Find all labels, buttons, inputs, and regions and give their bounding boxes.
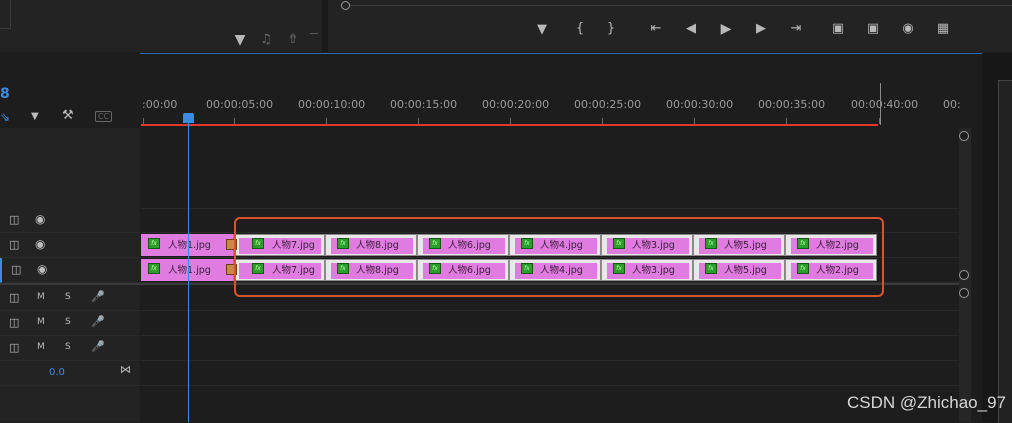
captions-icon[interactable]: CC (95, 111, 113, 122)
work-area-bar[interactable] (141, 124, 878, 126)
track-header-v2: ◫ ◉ (0, 233, 140, 258)
timeline-header: 8 ⇘ ▼ ⚒ CC (0, 53, 140, 128)
track-header-master: 0.0 ⋈ (0, 361, 140, 386)
solo-button[interactable]: S (65, 342, 71, 352)
playhead-handle[interactable] (183, 113, 194, 123)
go-to-out-icon[interactable]: ⇥ (788, 22, 804, 36)
panel-divider-mark (310, 33, 318, 34)
track-master (141, 361, 959, 386)
program-scrub-handle[interactable] (341, 1, 350, 10)
clip-name: 人物1.jpg (168, 265, 211, 276)
scroll-zoom-handle[interactable] (959, 131, 969, 141)
watermark: CSDN @Zhichao_97 (847, 393, 1006, 412)
microphone-icon[interactable]: 🎤 (91, 340, 105, 353)
eye-icon[interactable]: ◉ (35, 212, 45, 226)
panel-corner (0, 0, 11, 29)
sequence-end-marker (880, 83, 881, 125)
scroll-zoom-handle[interactable] (959, 288, 969, 298)
ruler-label: 00:00:05:00 (206, 98, 274, 111)
microphone-icon[interactable]: 🎤 (91, 315, 105, 328)
clip[interactable]: fx 人物1.jpg (141, 259, 233, 281)
mark-out-icon[interactable]: } (603, 22, 619, 36)
side-panel (998, 80, 1012, 423)
export-frame-icon[interactable]: ◉ (900, 22, 916, 36)
track-header-v1: ◫ ◉ (0, 258, 142, 283)
filter-icon[interactable]: ▼ (232, 33, 248, 47)
wrench-icon[interactable]: ⚒ (62, 108, 74, 123)
solo-button[interactable]: S (65, 317, 71, 327)
clip[interactable]: fx 人物1.jpg (141, 234, 233, 256)
add-marker-icon[interactable]: ▼ (31, 111, 39, 122)
sync-lock-icon[interactable]: ◫ (9, 291, 19, 304)
ruler-label: 00: (943, 98, 961, 111)
ruler-label: 00:00:30:00 (666, 98, 734, 111)
fx-badge: fx (148, 263, 160, 274)
ruler-label: 00:00:15:00 (390, 98, 458, 111)
timecode-display[interactable]: 8 (0, 86, 10, 102)
track-a3 (141, 336, 959, 361)
scroll-zoom-handle[interactable] (959, 270, 969, 280)
fx-badge: fx (148, 238, 160, 249)
solo-button[interactable]: S (65, 292, 71, 302)
program-scrub-bar[interactable] (346, 5, 1012, 6)
ruler-label: :00:00 (142, 98, 178, 111)
sync-lock-icon[interactable]: ◫ (11, 263, 21, 276)
ruler-label: 00:00:20:00 (482, 98, 550, 111)
eye-icon[interactable]: ◉ (35, 237, 45, 251)
mark-in-icon[interactable]: { (572, 22, 588, 36)
snap-icon[interactable]: ⇘ (0, 110, 10, 124)
track-header-a1: ◫ M S 🎤 (0, 286, 140, 311)
clip-name: 人物1.jpg (168, 240, 211, 251)
sync-lock-icon[interactable]: ◫ (9, 213, 19, 226)
playhead-line[interactable] (188, 122, 189, 422)
eye-icon[interactable]: ◉ (37, 262, 47, 276)
track-header-a3: ◫ M S 🎤 (0, 336, 140, 361)
mute-button[interactable]: M (37, 292, 45, 302)
audio-icon[interactable]: ♫ (258, 33, 274, 47)
play-icon[interactable]: ▶ (718, 22, 734, 36)
ruler-label: 00:00:35:00 (758, 98, 826, 111)
mute-button[interactable]: M (37, 317, 45, 327)
track-a2 (141, 311, 959, 336)
compare-view-icon[interactable]: ▦ (935, 22, 951, 36)
source-monitor-panel: ▼ ♫ ⇮ (0, 0, 322, 52)
track-empty-space (141, 128, 959, 209)
go-to-edit-icon[interactable]: ⋈ (120, 363, 131, 376)
selection-highlight (234, 217, 884, 297)
track-header-v3: ◫ ◉ (0, 208, 140, 233)
ruler-label: 00:00:10:00 (298, 98, 366, 111)
go-to-in-icon[interactable]: ⇤ (648, 22, 664, 36)
ruler-label: 00:00:25:00 (574, 98, 642, 111)
sync-lock-icon[interactable]: ◫ (9, 238, 19, 251)
mute-button[interactable]: M (37, 342, 45, 352)
track-header-a2: ◫ M S 🎤 (0, 311, 140, 336)
extract-icon[interactable]: ▣ (865, 22, 881, 36)
export-icon[interactable]: ⇮ (285, 33, 301, 47)
microphone-icon[interactable]: 🎤 (91, 290, 105, 303)
step-forward-icon[interactable]: ▶ (753, 22, 769, 36)
ruler-label: 00:00:40:00 (851, 98, 919, 111)
master-volume-value[interactable]: 0.0 (49, 367, 65, 378)
add-marker-icon[interactable]: ▼ (534, 23, 550, 37)
step-back-icon[interactable]: ◀ (683, 22, 699, 36)
lift-icon[interactable]: ▣ (830, 22, 846, 36)
sync-lock-icon[interactable]: ◫ (9, 341, 19, 354)
sync-lock-icon[interactable]: ◫ (9, 316, 19, 329)
